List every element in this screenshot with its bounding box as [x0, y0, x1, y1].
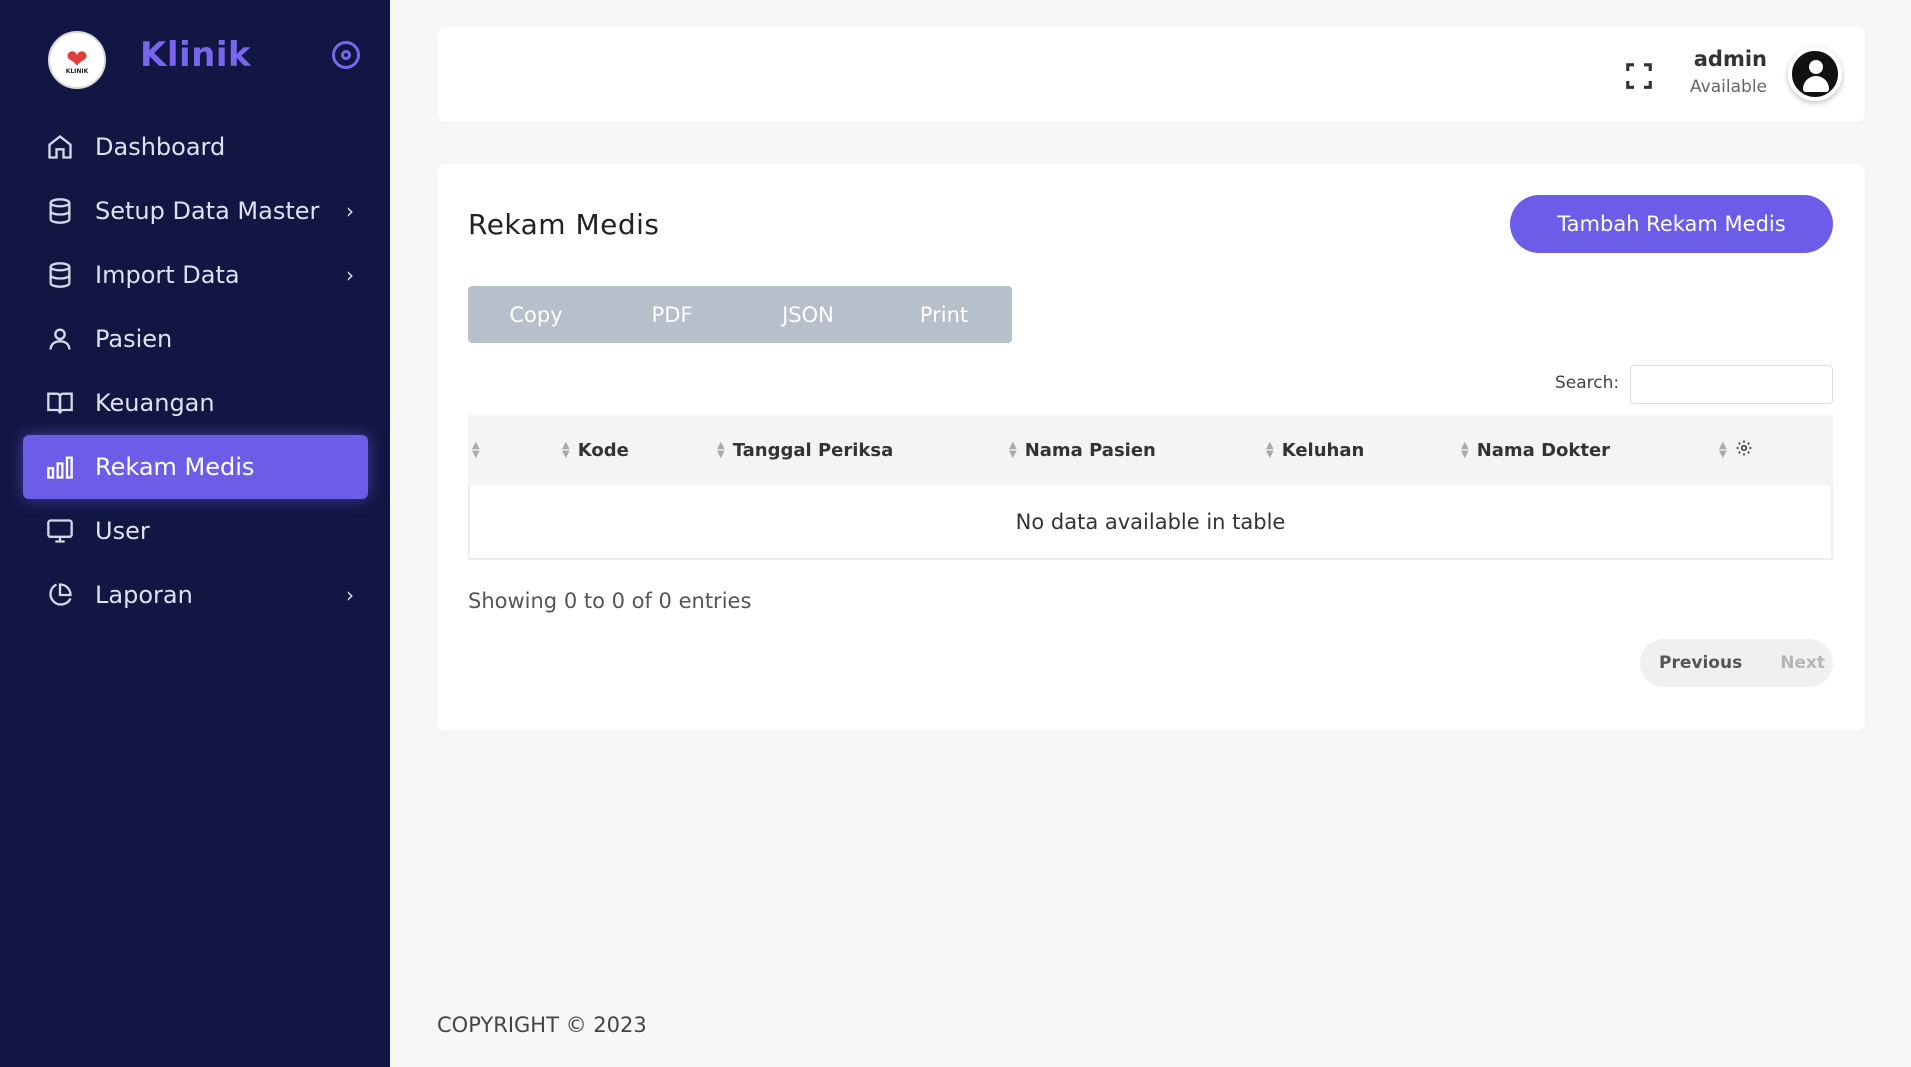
sidebar-item-label: User	[95, 517, 150, 545]
sidebar-item-dashboard[interactable]: Dashboard	[23, 115, 368, 179]
brand: ❤ KLINIK Klinik	[48, 31, 368, 89]
page-title: Rekam Medis	[468, 208, 660, 241]
export-button-group: Copy PDF JSON Print	[468, 286, 1012, 343]
sidebar-item-pasien[interactable]: Pasien	[23, 307, 368, 371]
column-header-keluhan[interactable]: ▲ ▼ Keluhan	[1266, 415, 1364, 485]
empty-message: No data available in table	[1015, 509, 1286, 534]
sort-icon: ▲ ▼	[472, 440, 480, 460]
avatar-head	[1809, 60, 1823, 74]
bar-chart-icon	[45, 452, 75, 482]
sidebar-item-label: Import Data	[95, 261, 240, 289]
avatar-body	[1803, 76, 1829, 92]
sort-icon: ▲ ▼	[562, 440, 570, 460]
brand-logo[interactable]: ❤ KLINIK	[48, 31, 106, 89]
search-input[interactable]	[1630, 365, 1833, 404]
pdf-button[interactable]: PDF	[604, 286, 740, 343]
sort-icon: ▲ ▼	[1719, 440, 1727, 460]
user-icon	[45, 324, 75, 354]
top-header: admin Available	[437, 27, 1865, 122]
fullscreen-icon[interactable]	[1624, 61, 1654, 91]
sidebar-item-setup-data-master[interactable]: Setup Data Master ›	[23, 179, 368, 243]
sidebar-item-label: Setup Data Master	[95, 197, 320, 225]
monitor-icon	[45, 516, 75, 546]
pie-chart-icon	[45, 580, 75, 610]
chevron-right-icon: ›	[346, 199, 354, 223]
sidebar-item-laporan[interactable]: Laporan ›	[23, 563, 368, 627]
sort-icon: ▲ ▼	[717, 440, 725, 460]
sidebar-item-user[interactable]: User	[23, 499, 368, 563]
logo-text: KLINIK	[65, 68, 89, 75]
column-header-actions[interactable]: ▲ ▼	[1719, 415, 1753, 485]
sidebar-item-label: Rekam Medis	[95, 453, 255, 481]
pagination: Previous Next	[1640, 639, 1833, 687]
gear-icon	[1735, 439, 1753, 462]
brand-title[interactable]: Klinik	[140, 35, 251, 75]
add-rekam-medis-button[interactable]: Tambah Rekam Medis	[1510, 195, 1833, 253]
column-header-nama-pasien[interactable]: ▲ ▼ Nama Pasien	[1009, 415, 1156, 485]
sidebar-nav: Dashboard Setup Data Master › Import Dat…	[23, 115, 368, 627]
column-header-nama-dokter[interactable]: ▲ ▼ Nama Dokter	[1461, 415, 1610, 485]
copyright: COPYRIGHT © 2023	[437, 1013, 647, 1037]
database-icon	[45, 196, 75, 226]
previous-page-button[interactable]: Previous	[1659, 653, 1742, 673]
sidebar: ❤ KLINIK Klinik Dashboard Setup Data Mas…	[0, 0, 390, 1067]
book-open-icon	[45, 388, 75, 418]
table-header: ▲ ▼ ▲ ▼ Kode ▲ ▼ Tanggal Periksa ▲ ▼ Nama Pa…	[468, 415, 1833, 485]
sidebar-item-label: Keuangan	[95, 389, 215, 417]
home-icon	[45, 132, 75, 162]
sidebar-item-rekam-medis[interactable]: Rekam Medis	[23, 435, 368, 499]
sort-icon: ▲ ▼	[1266, 440, 1274, 460]
sidebar-toggle-icon[interactable]	[332, 41, 360, 69]
user-status: Available	[1690, 77, 1767, 97]
user-name[interactable]: admin	[1694, 47, 1767, 71]
avatar[interactable]	[1788, 47, 1842, 101]
sort-icon: ▲ ▼	[1009, 440, 1017, 460]
search-label: Search:	[1555, 373, 1620, 393]
sidebar-item-keuangan[interactable]: Keuangan	[23, 371, 368, 435]
next-page-button[interactable]: Next	[1780, 653, 1825, 673]
json-button[interactable]: JSON	[740, 286, 876, 343]
sidebar-item-import-data[interactable]: Import Data ›	[23, 243, 368, 307]
chevron-right-icon: ›	[346, 583, 354, 607]
sidebar-item-label: Pasien	[95, 325, 173, 353]
print-button[interactable]: Print	[876, 286, 1012, 343]
column-header-kode[interactable]: ▲ ▼ Kode	[562, 415, 629, 485]
copy-button[interactable]: Copy	[468, 286, 604, 343]
chevron-right-icon: ›	[346, 263, 354, 287]
column-header-select[interactable]: ▲ ▼	[472, 415, 488, 485]
rekam-medis-card: Rekam Medis Tambah Rekam Medis Copy PDF …	[437, 164, 1865, 731]
table-info: Showing 0 to 0 of 0 entries	[468, 589, 752, 613]
sidebar-item-label: Dashboard	[95, 133, 226, 161]
column-header-tanggal-periksa[interactable]: ▲ ▼ Tanggal Periksa	[717, 415, 893, 485]
sidebar-item-label: Laporan	[95, 581, 193, 609]
database-icon	[45, 260, 75, 290]
sort-icon: ▲ ▼	[1461, 440, 1469, 460]
table-empty-row: No data available in table	[468, 485, 1833, 560]
